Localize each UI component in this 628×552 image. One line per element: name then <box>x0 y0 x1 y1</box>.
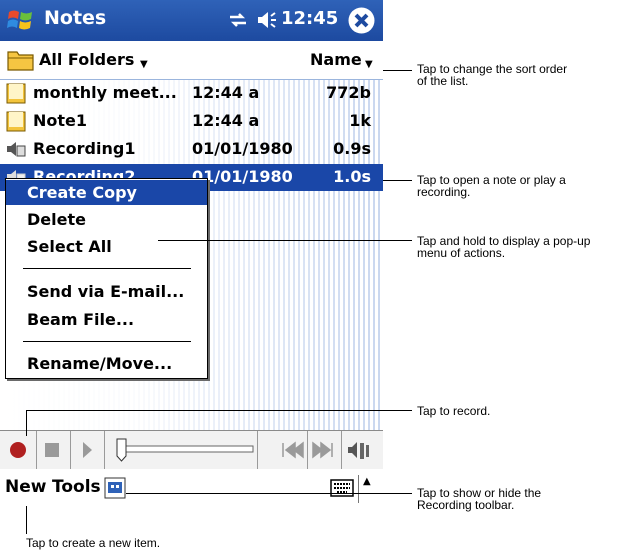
device-screen: Notes 12:45 All Folders ▼ Name ▼ monthly… <box>0 0 383 510</box>
stop-button[interactable] <box>37 431 71 469</box>
stop-icon <box>45 443 59 457</box>
position-slider[interactable] <box>105 431 258 469</box>
tools-menu[interactable]: Tools <box>52 477 101 497</box>
callout-line <box>383 70 412 71</box>
menu-item-beam-file[interactable]: Beam File... <box>6 307 207 332</box>
menu-divider <box>358 475 359 503</box>
app-title: Notes <box>44 7 107 29</box>
skip-forward-icon <box>312 441 333 459</box>
list-item[interactable]: monthly meet... 12:44 a 772b <box>0 80 383 107</box>
callout-line <box>26 410 27 436</box>
clock[interactable]: 12:45 <box>281 8 338 29</box>
callout-sort: Tap to change the sort order of the list… <box>417 62 568 88</box>
menu-bar: New Tools ▲ <box>0 469 383 510</box>
recording-icon <box>7 142 26 157</box>
callout-line <box>26 410 412 411</box>
callout-line <box>383 180 412 181</box>
menu-item-select-all[interactable]: Select All <box>6 234 207 259</box>
callout-line <box>26 506 27 534</box>
chevron-up-icon[interactable]: ▲ <box>363 476 371 487</box>
record-button[interactable] <box>3 431 37 469</box>
item-name: Note1 <box>33 111 88 130</box>
list-item[interactable]: Recording1 01/01/1980 0.9s <box>0 136 383 163</box>
callout-line <box>126 493 412 494</box>
menu-divider <box>23 341 191 342</box>
item-size: 1.0s <box>333 167 371 186</box>
title-bar: Notes 12:45 <box>0 0 383 41</box>
item-name: monthly meet... <box>33 83 177 102</box>
callout-line <box>158 240 412 241</box>
callout-toolbar: Tap to show or hide the Recording toolba… <box>417 486 542 512</box>
menu-item-rename-move[interactable]: Rename/Move... <box>6 351 207 376</box>
record-icon <box>10 442 26 458</box>
volume-button[interactable] <box>342 431 375 469</box>
callout-hold: Tap and hold to display a pop-up menu of… <box>417 234 591 260</box>
keyboard-icon[interactable] <box>330 479 354 497</box>
skip-forward-button[interactable] <box>308 431 342 469</box>
context-menu: Create Copy Delete Select All Send via E… <box>5 178 208 379</box>
item-size: 772b <box>326 83 371 102</box>
close-icon[interactable] <box>347 6 376 35</box>
callout-open: Tap to open a note or play a recording. <box>417 173 566 199</box>
slider-track <box>116 438 254 462</box>
item-time: 12:44 a <box>192 111 260 130</box>
skip-back-button[interactable] <box>274 431 308 469</box>
chevron-down-icon[interactable]: ▼ <box>365 59 373 70</box>
note-icon <box>6 111 26 132</box>
list-item[interactable]: Note1 12:44 a 1k <box>0 108 383 135</box>
folder-icon[interactable] <box>7 48 35 72</box>
recording-toolbar <box>0 430 383 470</box>
recording-toolbar-toggle-icon[interactable] <box>104 477 126 499</box>
item-size: 0.9s <box>333 139 371 158</box>
item-time: 12:44 a <box>192 83 260 102</box>
callout-record: Tap to record. <box>417 404 491 418</box>
folder-dropdown[interactable]: All Folders <box>39 50 134 69</box>
menu-item-create-copy[interactable]: Create Copy <box>6 180 207 205</box>
chevron-down-icon[interactable]: ▼ <box>140 59 148 70</box>
new-button[interactable]: New <box>5 477 46 497</box>
play-button[interactable] <box>71 431 105 469</box>
note-icon <box>6 83 26 104</box>
speaker-icon <box>348 442 369 459</box>
item-size: 1k <box>349 111 371 130</box>
menu-item-send-email[interactable]: Send via E-mail... <box>6 279 207 304</box>
menu-divider <box>23 268 191 269</box>
callout-create: Tap to create a new item. <box>26 536 161 550</box>
windows-start-icon[interactable] <box>6 6 36 35</box>
skip-back-icon <box>282 441 304 459</box>
menu-item-delete[interactable]: Delete <box>6 207 207 232</box>
connectivity-icon[interactable] <box>227 9 249 31</box>
sort-dropdown[interactable]: Name <box>310 50 362 69</box>
item-name: Recording1 <box>33 139 136 158</box>
folder-bar: All Folders ▼ Name ▼ <box>0 41 383 80</box>
play-icon <box>83 442 92 458</box>
volume-icon[interactable] <box>256 10 278 30</box>
item-time: 01/01/1980 <box>192 139 293 158</box>
